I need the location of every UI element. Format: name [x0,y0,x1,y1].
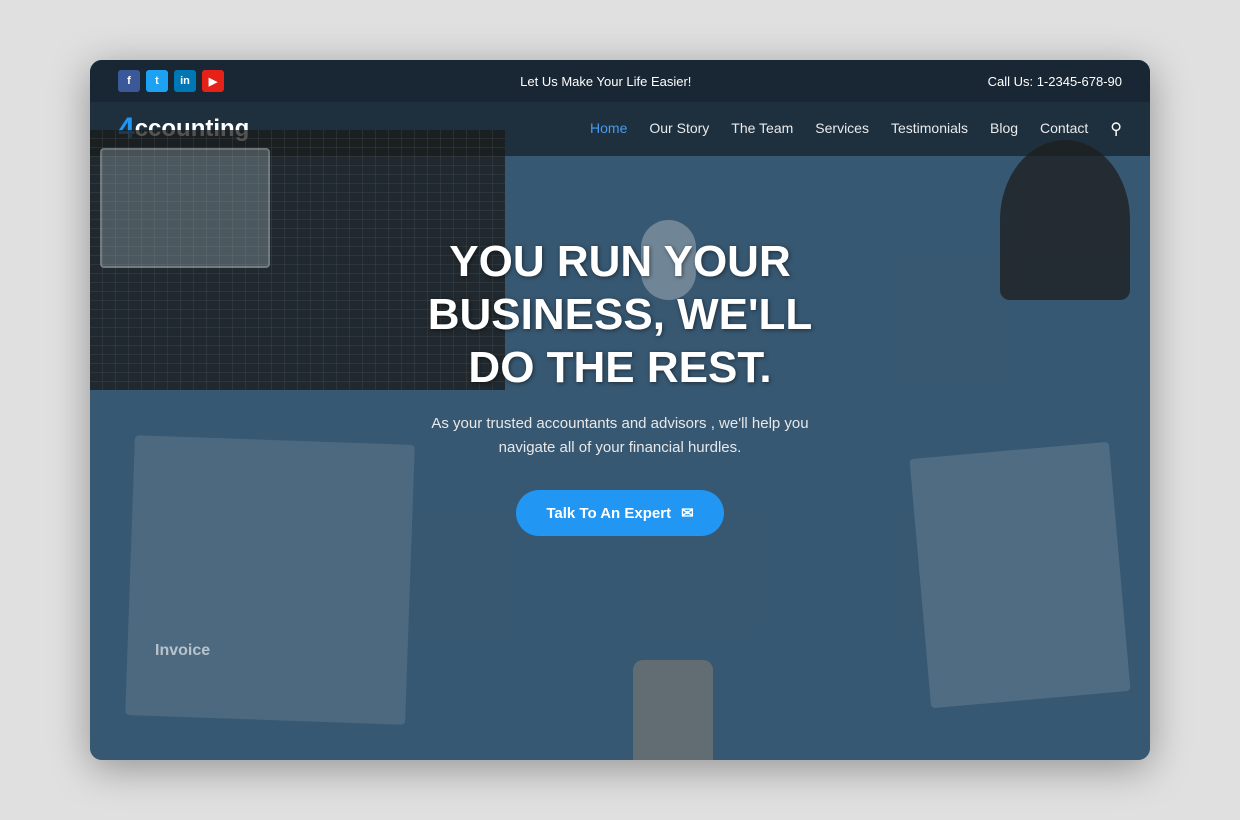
hero-background: Invoice f t in ▶ Let Us Make Your Life E… [90,60,1150,760]
nav-item-services[interactable]: Services [815,120,869,138]
nav-link-our-story[interactable]: Our Story [649,120,709,136]
hand-pen-decor [633,660,713,760]
nav-item-our-story[interactable]: Our Story [649,120,709,138]
hero-subtitle: As your trusted accountants and advisors… [430,412,810,460]
nav-link-home[interactable]: Home [590,120,627,136]
envelope-icon: ✉ [681,504,694,522]
cta-button[interactable]: Talk To An Expert ✉ [516,490,723,536]
nav-link-services[interactable]: Services [815,120,869,136]
nav-item-testimonials[interactable]: Testimonials [891,120,968,138]
browser-window: Invoice f t in ▶ Let Us Make Your Life E… [90,60,1150,760]
nav-item-contact[interactable]: Contact [1040,120,1088,138]
nav-link-testimonials[interactable]: Testimonials [891,120,968,136]
nav-item-blog[interactable]: Blog [990,120,1018,138]
nav-item-the-team[interactable]: The Team [731,120,793,138]
nav-item-home[interactable]: Home [590,120,627,138]
cta-label: Talk To An Expert [546,505,671,522]
nav-link-contact[interactable]: Contact [1040,120,1088,136]
main-content: YOU RUN YOUR BUSINESS, WE'LL DO THE REST… [90,156,1150,576]
invoice-label: Invoice [155,642,210,660]
nav-link-blog[interactable]: Blog [990,120,1018,136]
hero-content: YOU RUN YOUR BUSINESS, WE'LL DO THE REST… [90,156,1150,576]
nav-link-the-team[interactable]: The Team [731,120,793,136]
hero-title: YOU RUN YOUR BUSINESS, WE'LL DO THE REST… [390,236,850,394]
